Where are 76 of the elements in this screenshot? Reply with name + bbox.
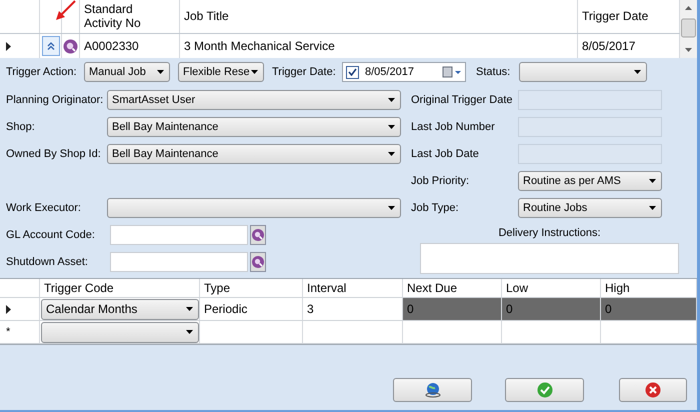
- column-header[interactable]: Trigger Date: [582, 10, 648, 24]
- field-label: Planning Originator:: [6, 92, 104, 108]
- checkbox[interactable]: [346, 66, 359, 78]
- dropdown[interactable]: Flexible Rese: [178, 62, 264, 82]
- field-label: Delivery Instructions:: [498, 226, 601, 241]
- table-cell-text: 3: [307, 301, 314, 318]
- column-header[interactable]: Interval: [307, 279, 346, 297]
- new-row-marker: *: [6, 324, 10, 340]
- lookup-button[interactable]: [250, 252, 266, 272]
- table-cell-text: 0: [506, 301, 513, 318]
- field-label: Last Job Date: [411, 146, 480, 162]
- ok-button[interactable]: [505, 378, 584, 402]
- dropdown[interactable]: Bell Bay Maintenance: [107, 144, 401, 164]
- dropdown[interactable]: Routine as per AMS: [518, 171, 662, 191]
- lookup-button[interactable]: [250, 225, 266, 245]
- search-icon: [252, 229, 264, 241]
- table-cell-text: 0: [605, 301, 612, 318]
- field-label: Original Trigger Date: [411, 92, 514, 108]
- collapse-button[interactable]: [42, 36, 60, 56]
- caret-icon: [251, 70, 258, 74]
- dropdown[interactable]: Calendar Months: [41, 298, 199, 320]
- cancel-button[interactable]: [619, 378, 687, 402]
- dropdown[interactable]: Bell Bay Maintenance: [107, 117, 401, 137]
- table-cell-text: A0002330: [84, 38, 139, 55]
- field-label: Trigger Action:: [6, 64, 78, 80]
- caret-icon: [388, 206, 395, 210]
- date-field[interactable]: 8/05/2017: [342, 62, 466, 82]
- annotation-arrow: [55, 0, 77, 22]
- field-label: Shutdown Asset:: [6, 254, 89, 270]
- caret-icon: [186, 330, 193, 334]
- column-header[interactable]: Standard Activity No: [84, 3, 141, 30]
- caret-icon: [649, 206, 656, 210]
- table-cell-text: 8/05/2017: [582, 38, 636, 55]
- search-icon[interactable]: [63, 38, 78, 54]
- globe-icon: [424, 382, 440, 398]
- text-field[interactable]: [110, 252, 248, 272]
- search-icon: [252, 256, 264, 268]
- web-button[interactable]: [393, 378, 472, 402]
- dropdown[interactable]: Routine Jobs: [518, 198, 662, 218]
- field-label: Owned By Shop Id:: [6, 146, 102, 162]
- field-label: Work Executor:: [6, 200, 82, 216]
- caret-icon: [186, 307, 193, 311]
- table-cell-text: 3 Month Mechanical Service: [184, 38, 335, 55]
- calendar-icon[interactable]: [442, 66, 462, 78]
- caret-icon: [388, 98, 395, 102]
- scrollbar: [680, 0, 697, 58]
- caret-icon: [634, 70, 641, 74]
- dropdown[interactable]: Manual Job: [84, 62, 170, 82]
- column-header[interactable]: Type: [204, 279, 230, 297]
- column-header[interactable]: Low: [506, 279, 528, 297]
- field-label: Status:: [476, 64, 512, 80]
- table-cell-text: 0: [407, 301, 414, 318]
- dropdown[interactable]: [41, 322, 199, 342]
- field-label: Last Job Number: [411, 120, 496, 135]
- caret-icon: [388, 125, 395, 129]
- close-icon: [645, 382, 661, 398]
- dropdown[interactable]: SmartAsset User: [107, 90, 401, 110]
- field-label: Trigger Date:: [272, 64, 337, 80]
- chevrons-up-icon: [47, 42, 55, 50]
- check-icon: [536, 382, 552, 398]
- field-label: Job Priority:: [411, 174, 470, 189]
- field-label: Shop:: [6, 120, 36, 135]
- dropdown[interactable]: [107, 198, 401, 218]
- column-header[interactable]: Next Due: [407, 279, 458, 297]
- dropdown[interactable]: [519, 62, 647, 82]
- column-header[interactable]: High: [605, 279, 630, 297]
- caret-icon: [157, 70, 164, 74]
- table-cell-text: Periodic: [204, 301, 248, 318]
- caret-icon: [388, 152, 395, 156]
- caret-icon: [649, 179, 656, 183]
- check-icon: [348, 68, 357, 76]
- column-header[interactable]: Trigger Code: [44, 279, 114, 297]
- column-header[interactable]: Job Title: [184, 10, 229, 24]
- text-field[interactable]: [110, 225, 248, 245]
- field-label: Job Type:: [411, 200, 460, 216]
- field-label: GL Account Code:: [6, 228, 96, 243]
